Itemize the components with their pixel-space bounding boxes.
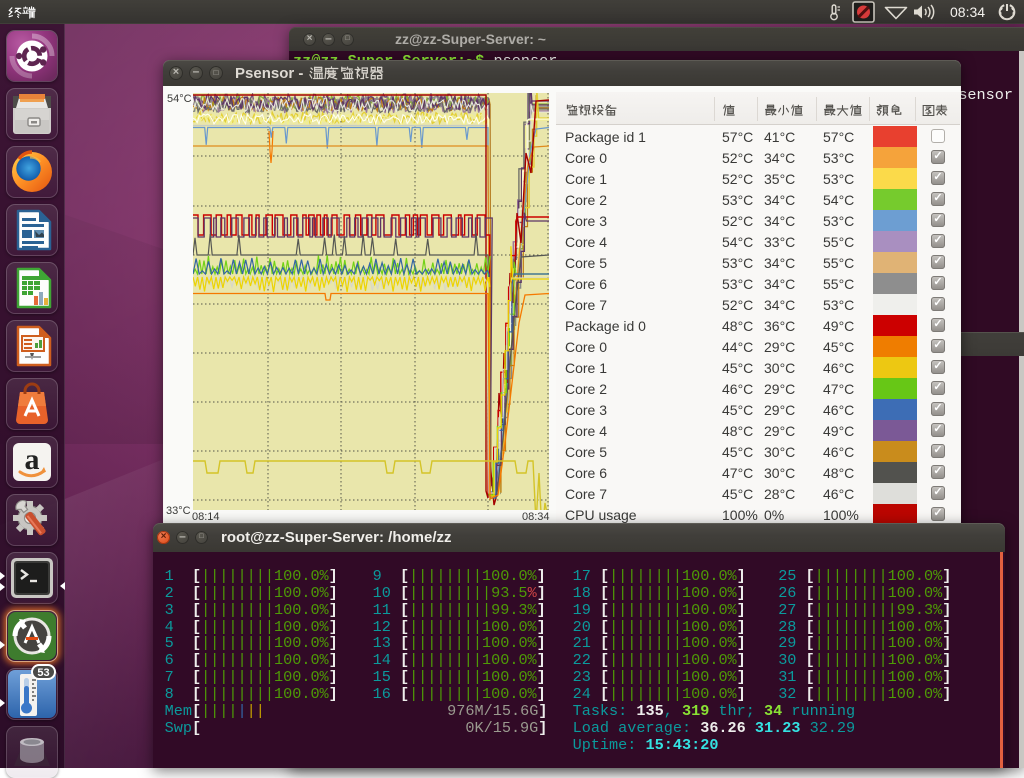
svg-text:a: a	[25, 443, 40, 476]
